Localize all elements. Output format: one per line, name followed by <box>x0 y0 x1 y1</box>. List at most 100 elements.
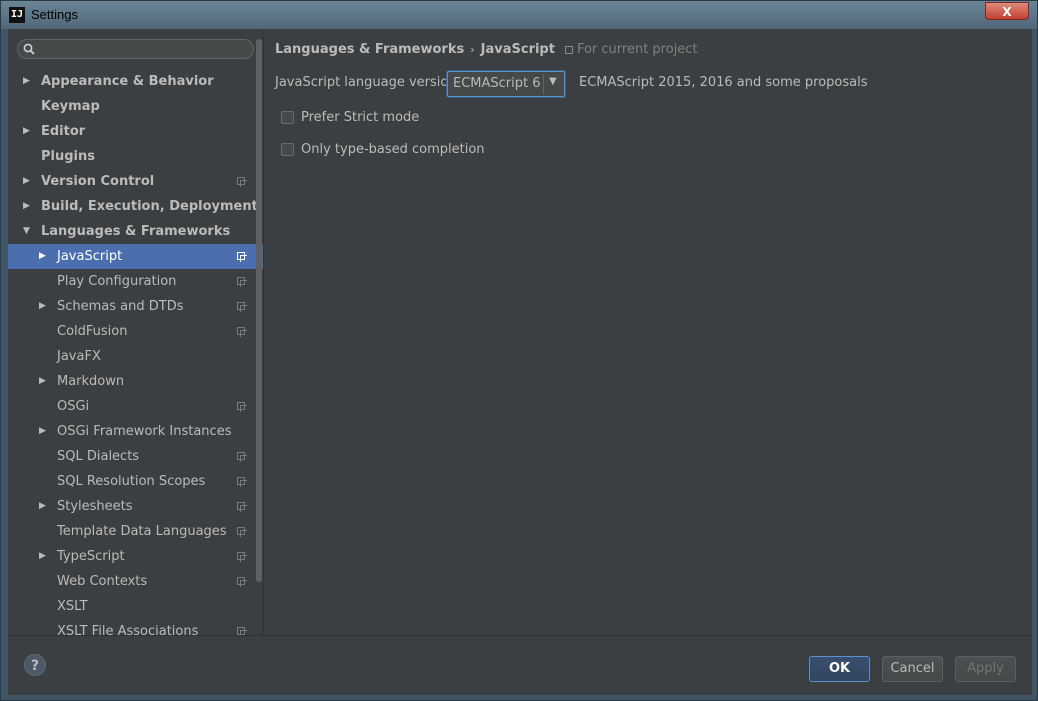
sidebar-item-label: Web Contexts <box>57 574 148 589</box>
settings-tree: ▶ Appearance & Behavior Keymap ▶ Editor Plugi… <box>8 69 263 635</box>
dropdown-separator <box>543 74 544 94</box>
sidebar-item-version-control[interactable]: ▶ Version Control <box>8 169 263 194</box>
sidebar-item-markdown[interactable]: ▶ Markdown <box>8 369 263 394</box>
project-scope-icon <box>237 302 247 312</box>
sidebar-item-xslt-file-associations[interactable]: XSLT File Associations <box>8 619 263 635</box>
project-scope-icon <box>237 577 247 587</box>
sidebar-item-label: XSLT <box>57 599 88 614</box>
settings-sidebar: ▶ Appearance & Behavior Keymap ▶ Editor Plugi… <box>8 29 263 635</box>
collapsed-arrow-icon[interactable]: ▶ <box>23 119 30 144</box>
sidebar-item-label: Markdown <box>57 374 125 389</box>
collapsed-arrow-icon[interactable]: ▶ <box>39 244 46 269</box>
sidebar-item-label: XSLT File Associations <box>57 624 199 635</box>
chevron-down-icon[interactable]: ▼ <box>549 76 557 87</box>
sidebar-item-coldfusion[interactable]: ColdFusion <box>8 319 263 344</box>
collapsed-arrow-icon[interactable]: ▶ <box>23 69 30 94</box>
sidebar-item-label: Schemas and DTDs <box>57 299 184 314</box>
sidebar-item-languages-frameworks[interactable]: ▼ Languages & Frameworks <box>8 219 263 244</box>
collapsed-arrow-icon[interactable]: ▶ <box>23 169 30 194</box>
scrollbar-thumb[interactable] <box>256 39 262 582</box>
sidebar-item-label: JavaFX <box>57 349 101 364</box>
settings-search-input[interactable] <box>17 39 254 59</box>
intellij-app-icon: IJ <box>9 7 25 23</box>
close-button[interactable]: X <box>985 2 1029 20</box>
collapsed-arrow-icon[interactable]: ▶ <box>39 494 46 519</box>
search-icon <box>23 43 35 55</box>
collapsed-arrow-icon[interactable]: ▶ <box>39 369 46 394</box>
sidebar-item-label: SQL Resolution Scopes <box>57 474 206 489</box>
prefer-strict-mode-label[interactable]: Prefer Strict mode <box>301 110 419 125</box>
project-scope-icon <box>237 502 247 512</box>
collapsed-arrow-icon[interactable]: ▶ <box>39 544 46 569</box>
collapsed-arrow-icon[interactable]: ▶ <box>39 419 46 444</box>
project-scope-icon <box>237 252 247 262</box>
sidebar-item-label: Build, Execution, Deployment <box>41 199 258 214</box>
sidebar-item-sql-resolution-scopes[interactable]: SQL Resolution Scopes <box>8 469 263 494</box>
project-scope-icon <box>237 327 247 337</box>
sidebar-item-typescript[interactable]: ▶ TypeScript <box>8 544 263 569</box>
sidebar-item-label: OSGi Framework Instances <box>57 424 232 439</box>
sidebar-scrollbar[interactable] <box>256 29 263 635</box>
sidebar-item-stylesheets[interactable]: ▶ Stylesheets <box>8 494 263 519</box>
project-scope-icon <box>237 402 247 412</box>
scope-label: For current project <box>576 42 698 57</box>
ok-button[interactable]: OK <box>809 656 870 682</box>
breadcrumb-parent: Languages & Frameworks <box>275 42 465 57</box>
sidebar-item-javascript[interactable]: ▶ JavaScript <box>8 244 263 269</box>
sidebar-item-label: Play Configuration <box>57 274 177 289</box>
breadcrumb: Languages & Frameworks › JavaScript For cur… <box>275 42 698 57</box>
sidebar-item-plugins[interactable]: Plugins <box>8 144 263 169</box>
sidebar-item-label: OSGi <box>57 399 90 414</box>
settings-window: IJ Settings X ▶ Appearance & Behavior Keym… <box>0 0 1038 701</box>
sidebar-item-web-contexts[interactable]: Web Contexts <box>8 569 263 594</box>
dialog-footer: ? OK Cancel Apply <box>8 636 1032 695</box>
project-scope-icon <box>237 277 247 287</box>
sidebar-item-play-configuration[interactable]: Play Configuration <box>8 269 263 294</box>
sidebar-item-sql-dialects[interactable]: SQL Dialects <box>8 444 263 469</box>
language-version-value: ECMAScript 6 <box>453 76 541 91</box>
sidebar-item-label: Plugins <box>41 149 95 164</box>
sidebar-item-schemas-and-dtds[interactable]: ▶ Schemas and DTDs <box>8 294 263 319</box>
collapsed-arrow-icon[interactable]: ▶ <box>23 194 30 219</box>
sidebar-item-label: Keymap <box>41 99 100 114</box>
sidebar-item-osgi-framework-instances[interactable]: ▶ OSGi Framework Instances <box>8 419 263 444</box>
dialog-client-area: ▶ Appearance & Behavior Keymap ▶ Editor Plugi… <box>8 29 1032 695</box>
sidebar-item-label: ColdFusion <box>57 324 128 339</box>
window-title: Settings <box>31 7 78 22</box>
sidebar-item-label: Template Data Languages <box>57 524 227 539</box>
sidebar-item-template-data-languages[interactable]: Template Data Languages <box>8 519 263 544</box>
project-scope-icon <box>237 452 247 462</box>
cancel-button[interactable]: Cancel <box>882 656 943 682</box>
help-button[interactable]: ? <box>24 654 46 676</box>
sidebar-item-label: JavaScript <box>57 249 123 264</box>
title-bar[interactable]: IJ Settings X <box>1 1 1037 29</box>
sidebar-item-label: Stylesheets <box>57 499 133 514</box>
sidebar-item-appearance-behavior[interactable]: ▶ Appearance & Behavior <box>8 69 263 94</box>
sidebar-item-javafx[interactable]: JavaFX <box>8 344 263 369</box>
sidebar-item-osgi[interactable]: OSGi <box>8 394 263 419</box>
type-based-completion-label[interactable]: Only type-based completion <box>301 142 485 157</box>
type-based-completion-checkbox[interactable] <box>281 143 294 156</box>
language-version-label: JavaScript language version <box>275 75 457 90</box>
language-version-dropdown[interactable]: ECMAScript 6 ▼ <box>447 71 565 97</box>
breadcrumb-separator: › <box>470 43 475 56</box>
sidebar-item-xslt[interactable]: XSLT <box>8 594 263 619</box>
sidebar-item-label: TypeScript <box>57 549 125 564</box>
breadcrumb-current: JavaScript <box>480 42 555 57</box>
sidebar-item-build-execution-deployment[interactable]: ▶ Build, Execution, Deployment <box>8 194 263 219</box>
sidebar-item-editor[interactable]: ▶ Editor <box>8 119 263 144</box>
project-scope-icon <box>237 477 247 487</box>
sidebar-item-label: Version Control <box>41 174 155 189</box>
project-scope-icon <box>237 552 247 562</box>
sidebar-item-label: Editor <box>41 124 86 139</box>
sidebar-item-keymap[interactable]: Keymap <box>8 94 263 119</box>
collapsed-arrow-icon[interactable]: ▶ <box>39 294 46 319</box>
sidebar-item-label: Languages & Frameworks <box>41 224 231 239</box>
project-scope-icon <box>237 627 247 635</box>
prefer-strict-mode-checkbox[interactable] <box>281 111 294 124</box>
apply-button[interactable]: Apply <box>955 656 1016 682</box>
sidebar-item-label: Appearance & Behavior <box>41 74 214 89</box>
sidebar-item-label: SQL Dialects <box>57 449 140 464</box>
expanded-arrow-icon[interactable]: ▼ <box>23 219 30 244</box>
settings-content-panel: Languages & Frameworks › JavaScript For cur… <box>264 29 1032 635</box>
